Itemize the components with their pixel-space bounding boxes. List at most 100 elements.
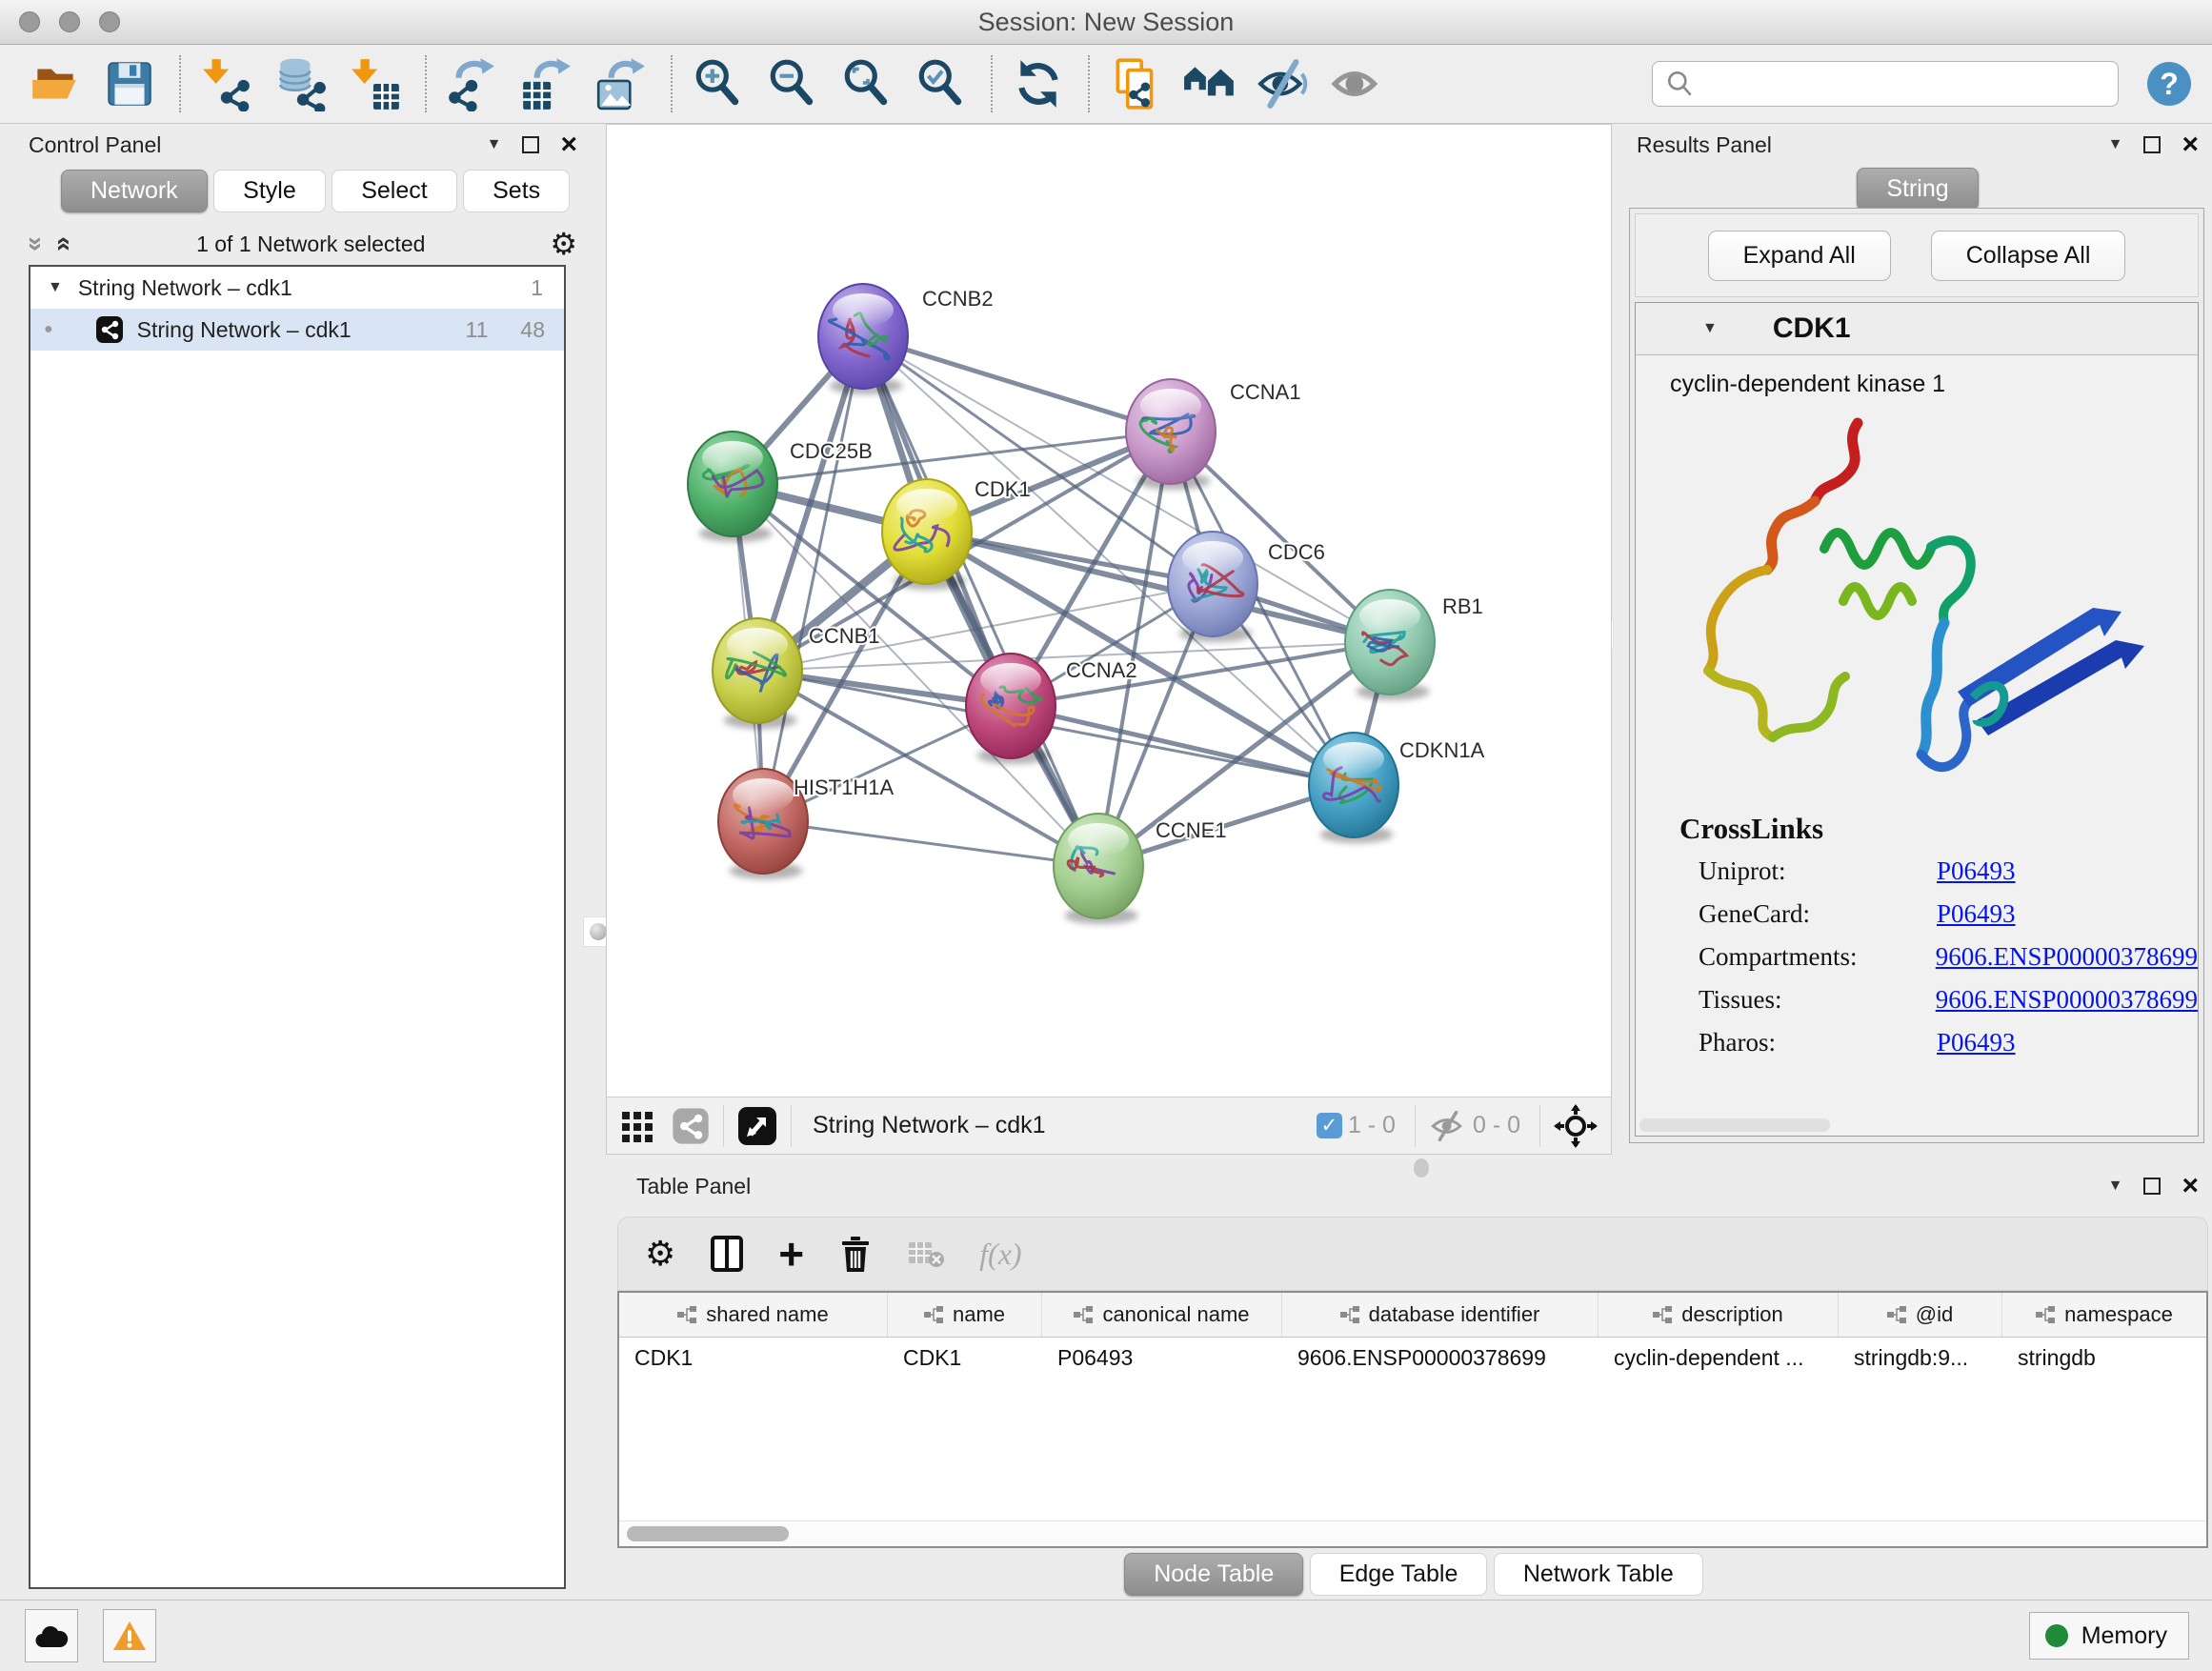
- birdseye-toggle-icon[interactable]: [737, 1106, 777, 1146]
- network-canvas[interactable]: CCNB2CCNA1CDC25BCDK1CDC6RB1CCNB1CCNA2CDK…: [607, 125, 1611, 1097]
- column-header[interactable]: description: [1599, 1293, 1839, 1337]
- tree-expand-icon[interactable]: ▼: [48, 280, 63, 295]
- tab-network[interactable]: Network: [61, 170, 208, 212]
- network-edge[interactable]: [763, 336, 863, 821]
- column-header[interactable]: database identifier: [1282, 1293, 1599, 1337]
- import-network-from-database-button[interactable]: [271, 53, 332, 114]
- network-node-CCNE1[interactable]: CCNE1: [1054, 814, 1227, 924]
- import-table-from-file-button[interactable]: [345, 53, 406, 114]
- function-builder-icon: f(x): [979, 1237, 1021, 1272]
- network-node-RB1[interactable]: RB1: [1345, 590, 1483, 700]
- entry-collapse-icon[interactable]: ▼: [1702, 321, 1718, 336]
- network-share-icon[interactable]: [672, 1107, 710, 1145]
- tab-select[interactable]: Select: [332, 170, 456, 212]
- network-row[interactable]: ● String Network – cdk1 11 48: [30, 309, 564, 351]
- help-button[interactable]: ?: [2147, 62, 2191, 106]
- results-hscrollbar[interactable]: [1639, 1118, 1830, 1132]
- import-network-from-file-button[interactable]: [196, 53, 257, 114]
- tab-edge-table[interactable]: Edge Table: [1310, 1553, 1488, 1596]
- tab-string[interactable]: String: [1857, 168, 1978, 211]
- expand-all-icon[interactable]: «: [50, 236, 77, 252]
- node-label-CDK1: CDK1: [975, 477, 1031, 501]
- network-node-CCNB2[interactable]: CCNB2: [818, 284, 994, 394]
- save-session-button[interactable]: [99, 53, 160, 114]
- zoom-out-button[interactable]: [762, 53, 823, 114]
- hide-selection-button[interactable]: [1254, 53, 1315, 114]
- column-tree-icon: [1887, 1306, 1906, 1323]
- toolbar-separator: [671, 55, 673, 112]
- search-input[interactable]: [1704, 70, 2118, 98]
- panel-close-icon[interactable]: ×: [560, 131, 577, 159]
- tab-node-table[interactable]: Node Table: [1124, 1553, 1303, 1596]
- cdk1-entry-header[interactable]: ▼ CDK1: [1636, 303, 2198, 355]
- open-session-button[interactable]: [25, 53, 86, 114]
- cell-shared-name: CDK1: [619, 1338, 888, 1379]
- zoom-selected-button[interactable]: [911, 53, 972, 114]
- show-all-button[interactable]: [1328, 53, 1389, 114]
- table-hscroll-thumb[interactable]: [627, 1526, 789, 1541]
- network-node-CDC25B[interactable]: CDC25B: [688, 432, 873, 542]
- crosslink-link[interactable]: P06493: [1937, 1028, 2016, 1057]
- network-node-CCNA2[interactable]: CCNA2: [966, 654, 1137, 764]
- warnings-button[interactable]: [103, 1609, 156, 1662]
- results-panel-title: Results Panel: [1637, 132, 1772, 158]
- memory-button[interactable]: Memory: [2029, 1612, 2189, 1660]
- crosslink-link[interactable]: 9606.ENSP00000378699: [1936, 985, 2198, 1015]
- panel-float-icon[interactable]: [2143, 136, 2161, 153]
- column-header[interactable]: shared name: [619, 1293, 888, 1337]
- cloud-status-button[interactable]: [25, 1609, 78, 1662]
- panel-collapse-icon[interactable]: ▼: [487, 137, 502, 152]
- documents-share-icon: [1108, 56, 1163, 111]
- network-options-gear-icon[interactable]: ⚙: [550, 229, 577, 259]
- network-grid-icon[interactable]: [620, 1108, 656, 1144]
- panel-close-icon[interactable]: ×: [2182, 131, 2199, 159]
- network-collection-count: 1: [531, 275, 564, 301]
- new-network-from-selection-button[interactable]: [1105, 53, 1166, 114]
- network-collection-label: String Network – cdk1: [78, 275, 292, 301]
- crosslink-link[interactable]: P06493: [1937, 899, 2016, 929]
- zoom-fit-button[interactable]: [836, 53, 897, 114]
- export-table-button[interactable]: [516, 53, 577, 114]
- apply-layout-button[interactable]: [1008, 53, 1069, 114]
- cell-name: CDK1: [888, 1338, 1042, 1379]
- panel-close-icon[interactable]: ×: [2182, 1172, 2199, 1200]
- table-options-gear-icon[interactable]: ⚙: [645, 1234, 675, 1274]
- network-collection-row[interactable]: ▼ String Network – cdk1 1: [30, 267, 564, 309]
- network-edge[interactable]: [763, 821, 1098, 866]
- crosslink-link[interactable]: 9606.ENSP00000378699: [1936, 942, 2198, 972]
- crosslink-link[interactable]: P06493: [1937, 856, 2016, 886]
- fit-selected-crosshair-icon[interactable]: [1554, 1104, 1598, 1148]
- panel-collapse-icon[interactable]: ▼: [2108, 1178, 2123, 1194]
- panel-float-icon[interactable]: [522, 136, 539, 153]
- network-node-CDKN1A[interactable]: CDKN1A: [1309, 733, 1485, 843]
- show-columns-icon[interactable]: [710, 1235, 744, 1273]
- network-node-HIST1H1A[interactable]: HIST1H1A: [718, 769, 894, 879]
- delete-column-trash-icon[interactable]: [838, 1234, 873, 1274]
- table-row[interactable]: CDK1 CDK1 P06493 9606.ENSP00000378699 cy…: [619, 1338, 2206, 1379]
- export-image-button[interactable]: [591, 53, 652, 114]
- tab-network-table[interactable]: Network Table: [1494, 1553, 1703, 1596]
- export-network-button[interactable]: [442, 53, 503, 114]
- column-header[interactable]: namespace: [2002, 1293, 2206, 1337]
- first-neighbors-button[interactable]: [1179, 53, 1240, 114]
- column-header[interactable]: canonical name: [1042, 1293, 1282, 1337]
- selected-checkbox-icon[interactable]: ✓: [1317, 1113, 1342, 1138]
- delete-table-icon: [907, 1238, 945, 1269]
- panel-float-icon[interactable]: [2143, 1178, 2161, 1195]
- column-header[interactable]: @id: [1839, 1293, 2002, 1337]
- node-label-CDKN1A: CDKN1A: [1399, 738, 1485, 762]
- expand-all-button[interactable]: Expand All: [1708, 231, 1891, 281]
- collapse-all-button[interactable]: Collapse All: [1931, 231, 2126, 281]
- tab-sets[interactable]: Sets: [463, 170, 570, 212]
- column-header[interactable]: name: [888, 1293, 1042, 1337]
- network-edge[interactable]: [863, 336, 1098, 866]
- add-column-icon[interactable]: +: [778, 1237, 804, 1272]
- table-hscrollbar[interactable]: [619, 1520, 2206, 1546]
- network-edge[interactable]: [863, 336, 1171, 432]
- network-node-CDC6[interactable]: CDC6: [1168, 532, 1325, 642]
- zoom-in-button[interactable]: [688, 53, 749, 114]
- network-edge[interactable]: [1011, 706, 1354, 785]
- tab-style[interactable]: Style: [213, 170, 326, 212]
- collapse-all-icon[interactable]: »: [23, 236, 50, 252]
- panel-collapse-icon[interactable]: ▼: [2108, 137, 2123, 152]
